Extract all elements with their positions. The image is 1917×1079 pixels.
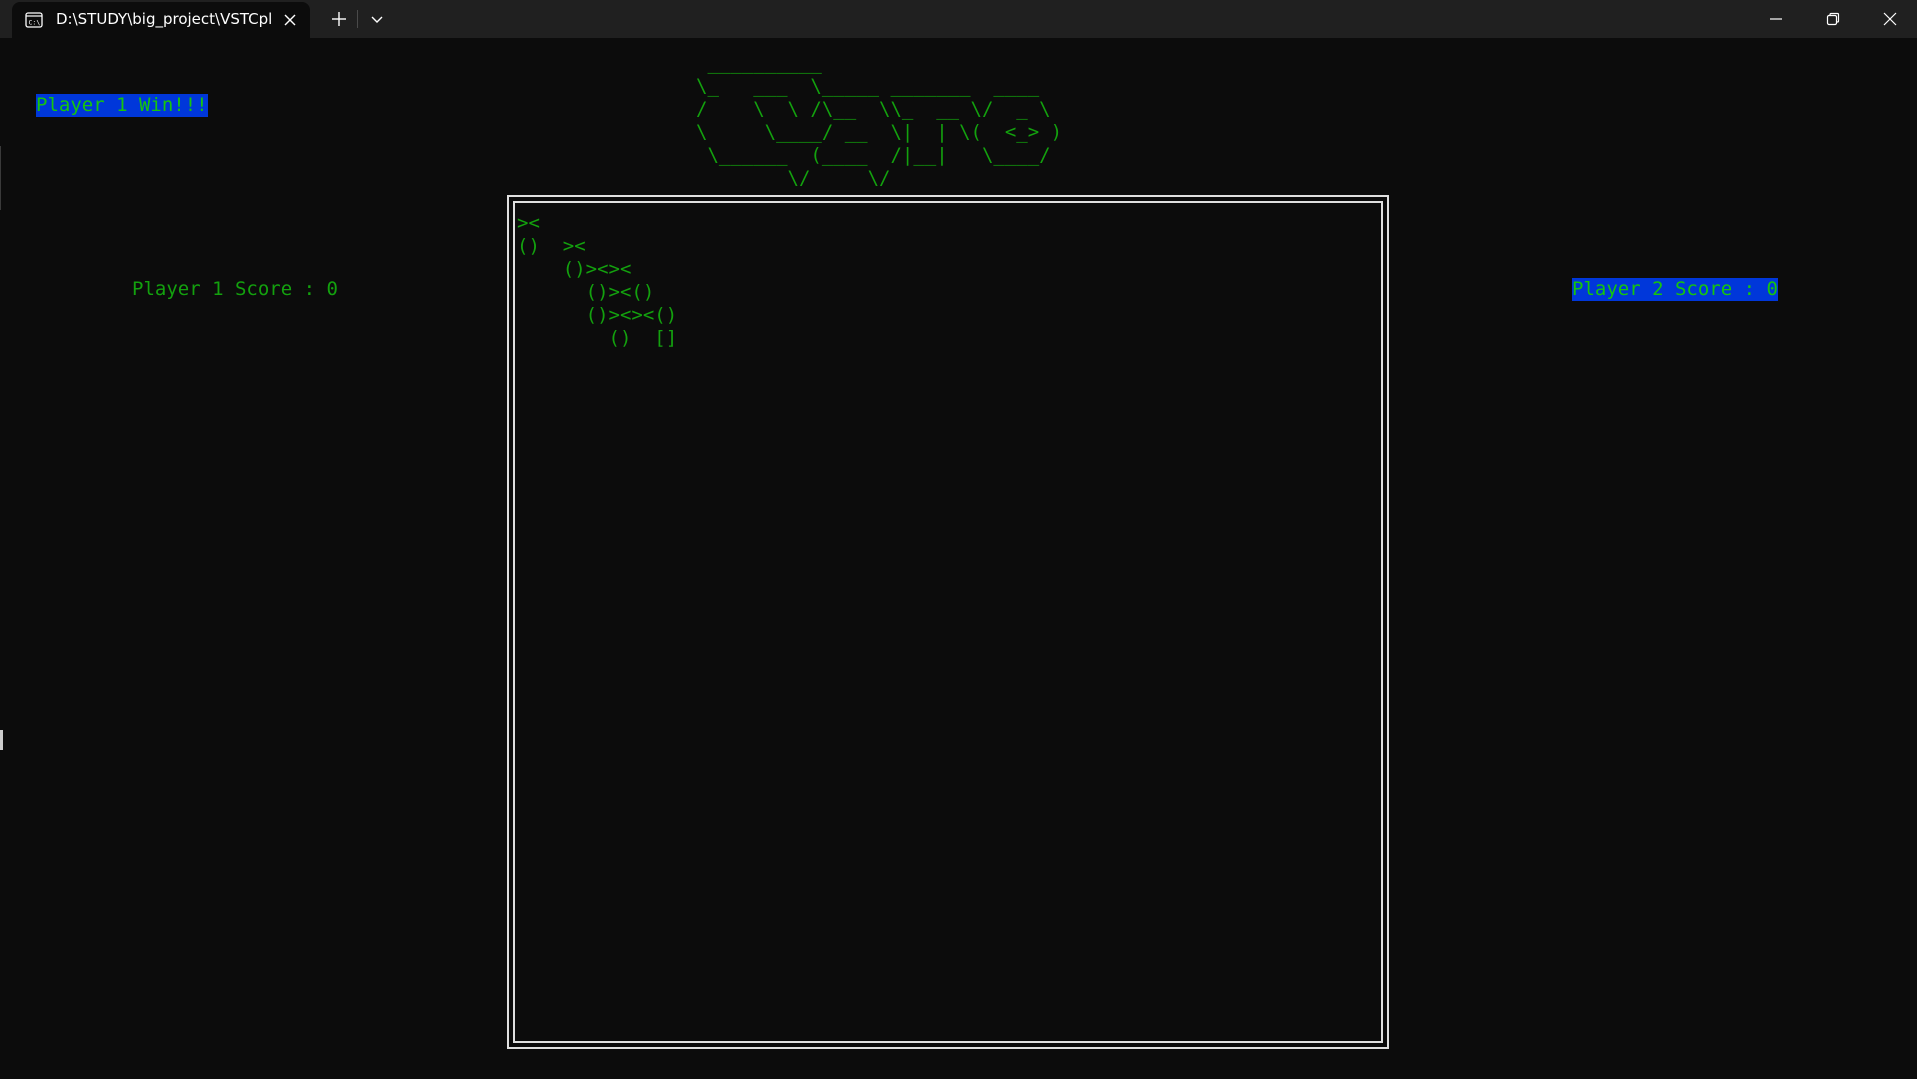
svg-text:C:\: C:\	[29, 19, 41, 27]
game-board: >< () >< ()><>< ()><() ()><><() () []	[507, 195, 1389, 1049]
terminal-icon: C:\	[25, 11, 43, 29]
close-icon	[1883, 12, 1897, 26]
minimize-button[interactable]	[1748, 0, 1804, 38]
terminal-window: C:\ D:\STUDY\big_project\VSTCpl Player 1…	[0, 0, 1917, 1079]
board-pieces: >< () >< ()><>< ()><() ()><><() () []	[517, 212, 678, 349]
restore-icon	[1826, 12, 1840, 26]
player1-score: Player 1 Score : 0	[132, 278, 338, 300]
chevron-down-icon	[371, 16, 383, 23]
title-bar: C:\ D:\STUDY\big_project\VSTCpl	[0, 0, 1917, 38]
win-message: Player 1 Win!!!	[36, 94, 208, 117]
close-icon[interactable]	[280, 10, 300, 30]
player2-score: Player 2 Score : 0	[1572, 278, 1778, 301]
tab-title: D:\STUDY\big_project\VSTCpl	[56, 10, 273, 28]
terminal-area[interactable]: Player 1 Win!!! __________ \_ ___ \_____…	[0, 38, 1917, 1079]
restore-button[interactable]	[1805, 0, 1861, 38]
window-close-button[interactable]	[1862, 0, 1917, 38]
text-cursor	[0, 730, 3, 750]
plus-icon	[332, 12, 346, 26]
tab-separator	[357, 10, 358, 28]
tab-dropdown-button[interactable]	[364, 7, 390, 31]
terminal-tab[interactable]: C:\ D:\STUDY\big_project\VSTCpl	[12, 2, 310, 38]
game-logo: __________ \_ ___ \_____ _______ ____ / …	[696, 52, 1063, 189]
scroll-edge	[0, 146, 1, 210]
minimize-icon	[1770, 18, 1782, 20]
new-tab-button[interactable]	[326, 7, 352, 31]
